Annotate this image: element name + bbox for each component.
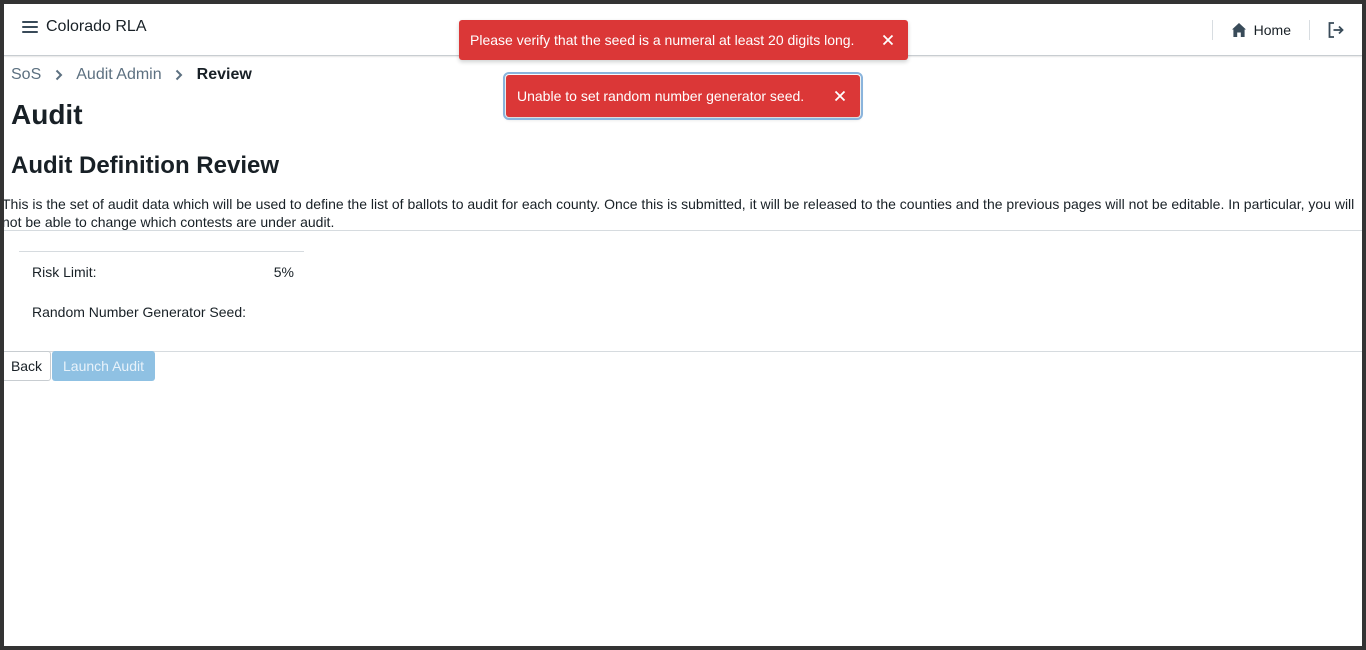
audit-summary-table: Risk Limit: 5% Random Number Generator S… <box>19 251 304 332</box>
back-button[interactable]: Back <box>4 351 51 381</box>
close-icon[interactable] <box>868 20 908 60</box>
breadcrumb: SoS Audit Admin Review <box>11 64 252 86</box>
breadcrumb-sos[interactable]: SoS <box>11 66 41 84</box>
chevron-right-icon <box>162 69 197 81</box>
app-window: Colorado RLA Home SoS Audit Admin Review… <box>4 4 1362 646</box>
toast-seed-validation: Please verify that the seed is a numeral… <box>459 20 908 60</box>
seed-label: Random Number Generator Seed: <box>32 304 246 320</box>
section-title: Audit Definition Review <box>11 152 280 179</box>
toast-message: Unable to set random number generator se… <box>517 88 805 104</box>
toast-message: Please verify that the seed is a numeral… <box>470 32 855 48</box>
risk-limit-label: Risk Limit: <box>32 264 97 280</box>
seed-row: Random Number Generator Seed: <box>19 292 304 332</box>
home-icon <box>1231 23 1246 37</box>
risk-limit-row: Risk Limit: 5% <box>19 252 304 292</box>
log-out-icon <box>1328 22 1344 38</box>
app-title: Colorado RLA <box>46 18 147 35</box>
nav-right: Home <box>1211 4 1362 56</box>
close-icon[interactable] <box>820 75 860 117</box>
divider <box>4 351 1362 352</box>
page-title: Audit <box>11 99 83 130</box>
chevron-right-icon <box>41 69 76 81</box>
breadcrumb-review: Review <box>196 66 252 83</box>
menu-icon[interactable] <box>22 20 39 34</box>
nav-left: Colorado RLA <box>22 18 147 36</box>
home-label: Home <box>1253 22 1291 38</box>
risk-limit-value: 5% <box>273 264 294 280</box>
logout-button[interactable] <box>1310 15 1362 45</box>
home-button[interactable]: Home <box>1213 15 1309 45</box>
toast-seed-error: Unable to set random number generator se… <box>503 72 863 120</box>
description-text: This is the set of audit data which will… <box>4 196 1355 230</box>
launch-audit-button[interactable]: Launch Audit <box>52 351 155 381</box>
divider <box>4 230 1362 231</box>
breadcrumb-audit-admin[interactable]: Audit Admin <box>76 66 161 84</box>
